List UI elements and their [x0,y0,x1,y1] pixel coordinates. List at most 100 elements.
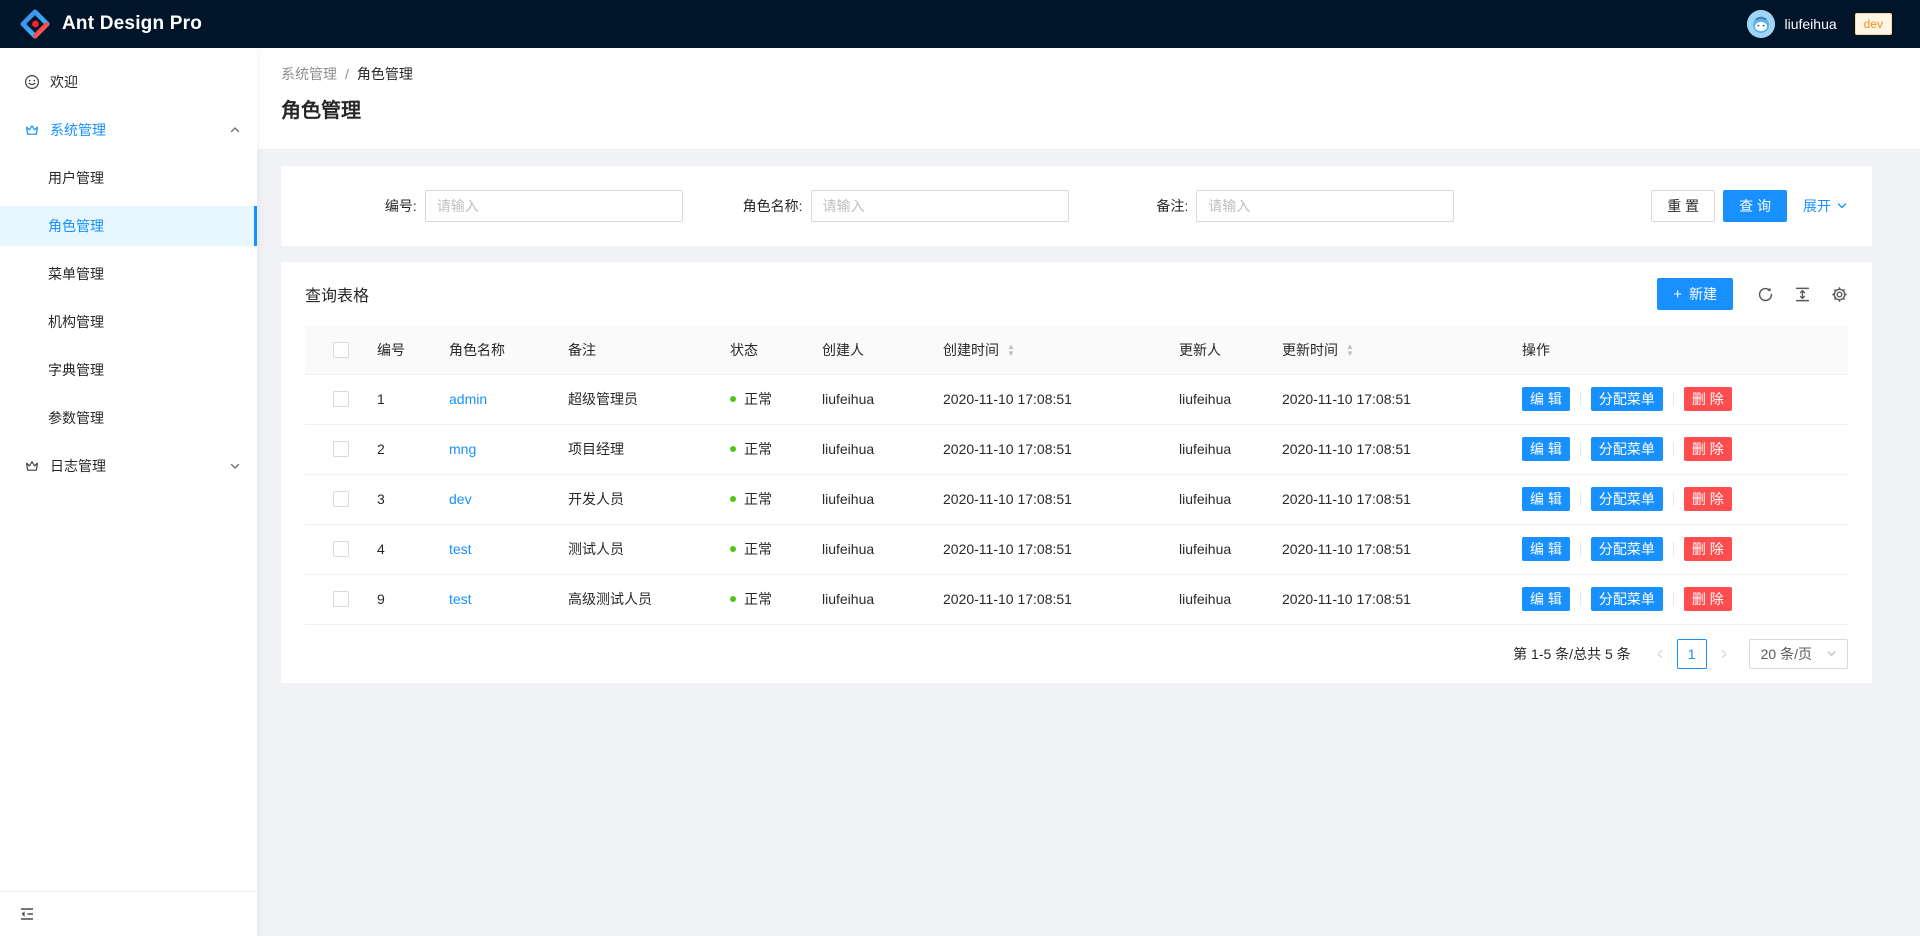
status-badge: 正常 [744,541,772,557]
plus-icon: + [1673,287,1682,302]
sidebar-collapse-trigger[interactable] [0,891,257,936]
cell-updated-time: 2020-11-10 17:08:51 [1266,424,1506,474]
role-name-link[interactable]: admin [449,391,487,407]
delete-button[interactable]: 删 除 [1684,437,1732,461]
column-header-id: 编号 [361,326,433,374]
page-header: 系统管理 / 角色管理 角色管理 [257,48,1920,149]
sidebar-item-welcome[interactable]: 欢迎 [0,62,257,102]
sidebar-item-label: 字典管理 [48,360,104,380]
cell-created-time: 2020-11-10 17:08:51 [927,474,1163,524]
chevron-right-icon [1718,648,1730,660]
assign-menu-button[interactable]: 分配菜单 [1591,537,1663,561]
delete-button[interactable]: 删 除 [1684,387,1732,411]
column-header-updated-time[interactable]: 更新时间 ▲▼ [1266,326,1506,374]
query-button[interactable]: 查 询 [1723,190,1787,222]
density-icon[interactable] [1794,286,1811,303]
cell-updater: liufeihua [1163,474,1266,524]
cell-creator: liufeihua [806,574,927,624]
table-row: 2 mng 项目经理 正常 liufeihua 2020-11-10 17:08… [305,424,1848,474]
sidebar-item-user-mgmt[interactable]: 用户管理 [0,158,257,198]
edit-button[interactable]: 编 辑 [1522,587,1570,611]
delete-button[interactable]: 删 除 [1684,487,1732,511]
row-checkbox[interactable] [333,491,349,507]
edit-button[interactable]: 编 辑 [1522,437,1570,461]
crown-icon [24,458,40,474]
role-name-link[interactable]: test [449,591,472,607]
row-checkbox[interactable] [333,391,349,407]
divider [1673,392,1674,406]
sidebar-item-role-mgmt[interactable]: 角色管理 [0,206,257,246]
query-table-card: 查询表格 + 新建 [281,262,1872,683]
sidebar-item-param-mgmt[interactable]: 参数管理 [0,398,257,438]
breadcrumb-system[interactable]: 系统管理 [281,63,337,85]
status-badge: 正常 [744,391,772,407]
row-checkbox[interactable] [333,441,349,457]
sidebar-group-system[interactable]: 系统管理 [0,110,257,150]
role-name-link[interactable]: dev [449,491,472,507]
status-dot-icon [730,546,736,552]
cell-updater: liufeihua [1163,574,1266,624]
field-label-role-name: 角色名称: [691,196,803,216]
cell-created-time: 2020-11-10 17:08:51 [927,374,1163,424]
column-header-created-time[interactable]: 创建时间 ▲▼ [927,326,1163,374]
cell-created-time: 2020-11-10 17:08:51 [927,574,1163,624]
breadcrumb-separator: / [345,63,349,85]
table-row: 1 admin 超级管理员 正常 liufeihua 2020-11-10 17… [305,374,1848,424]
select-all-checkbox[interactable] [333,342,349,358]
assign-menu-button[interactable]: 分配菜单 [1591,587,1663,611]
sidebar-group-label: 系统管理 [50,120,106,140]
sidebar-item-dict-mgmt[interactable]: 字典管理 [0,350,257,390]
id-input[interactable] [425,190,683,222]
breadcrumb: 系统管理 / 角色管理 [281,63,1896,85]
row-checkbox[interactable] [333,591,349,607]
divider [1580,442,1581,456]
column-header-actions: 操作 [1506,326,1848,374]
table-title: 查询表格 [305,282,369,306]
assign-menu-button[interactable]: 分配菜单 [1591,487,1663,511]
edit-button[interactable]: 编 辑 [1522,537,1570,561]
cell-remark: 超级管理员 [552,374,714,424]
reload-icon[interactable] [1757,286,1774,303]
expand-toggle[interactable]: 展开 [1803,196,1848,216]
ant-design-logo-icon [20,9,50,39]
status-dot-icon [730,596,736,602]
page-size-select[interactable]: 20 条/页 [1749,639,1848,669]
field-label-id: 编号: [305,196,417,216]
remark-input[interactable] [1196,190,1454,222]
column-header-remark: 备注 [552,326,714,374]
cell-updated-time: 2020-11-10 17:08:51 [1266,574,1506,624]
sidebar-item-org-mgmt[interactable]: 机构管理 [0,302,257,342]
new-button[interactable]: + 新建 [1657,278,1733,310]
table-row: 4 test 测试人员 正常 liufeihua 2020-11-10 17:0… [305,524,1848,574]
divider [1673,592,1674,606]
pagination-page-1[interactable]: 1 [1677,639,1707,669]
breadcrumb-current: 角色管理 [357,63,413,85]
account-menu[interactable]: liufeihua [1743,10,1840,38]
assign-menu-button[interactable]: 分配菜单 [1591,437,1663,461]
assign-menu-button[interactable]: 分配菜单 [1591,387,1663,411]
settings-gear-icon[interactable] [1831,286,1848,303]
cell-updated-time: 2020-11-10 17:08:51 [1266,524,1506,574]
reset-button[interactable]: 重 置 [1651,190,1715,222]
sidebar-item-menu-mgmt[interactable]: 菜单管理 [0,254,257,294]
cell-updater: liufeihua [1163,374,1266,424]
sidebar-item-label: 菜单管理 [48,264,104,284]
search-form-card: 编号: 角色名称: 备注: 重 置 查 询 [281,166,1872,246]
delete-button[interactable]: 删 除 [1684,587,1732,611]
cell-created-time: 2020-11-10 17:08:51 [927,524,1163,574]
row-checkbox[interactable] [333,541,349,557]
role-name-link[interactable]: test [449,541,472,557]
sidebar-group-log[interactable]: 日志管理 [0,446,257,486]
pagination-next-button[interactable] [1709,639,1739,669]
delete-button[interactable]: 删 除 [1684,537,1732,561]
role-name-link[interactable]: mng [449,441,476,457]
divider [1580,492,1581,506]
sidebar-item-label: 机构管理 [48,312,104,332]
divider [1673,492,1674,506]
role-name-input[interactable] [811,190,1069,222]
cell-remark: 项目经理 [552,424,714,474]
edit-button[interactable]: 编 辑 [1522,387,1570,411]
status-dot-icon [730,396,736,402]
edit-button[interactable]: 编 辑 [1522,487,1570,511]
pagination-prev-button[interactable] [1645,639,1675,669]
